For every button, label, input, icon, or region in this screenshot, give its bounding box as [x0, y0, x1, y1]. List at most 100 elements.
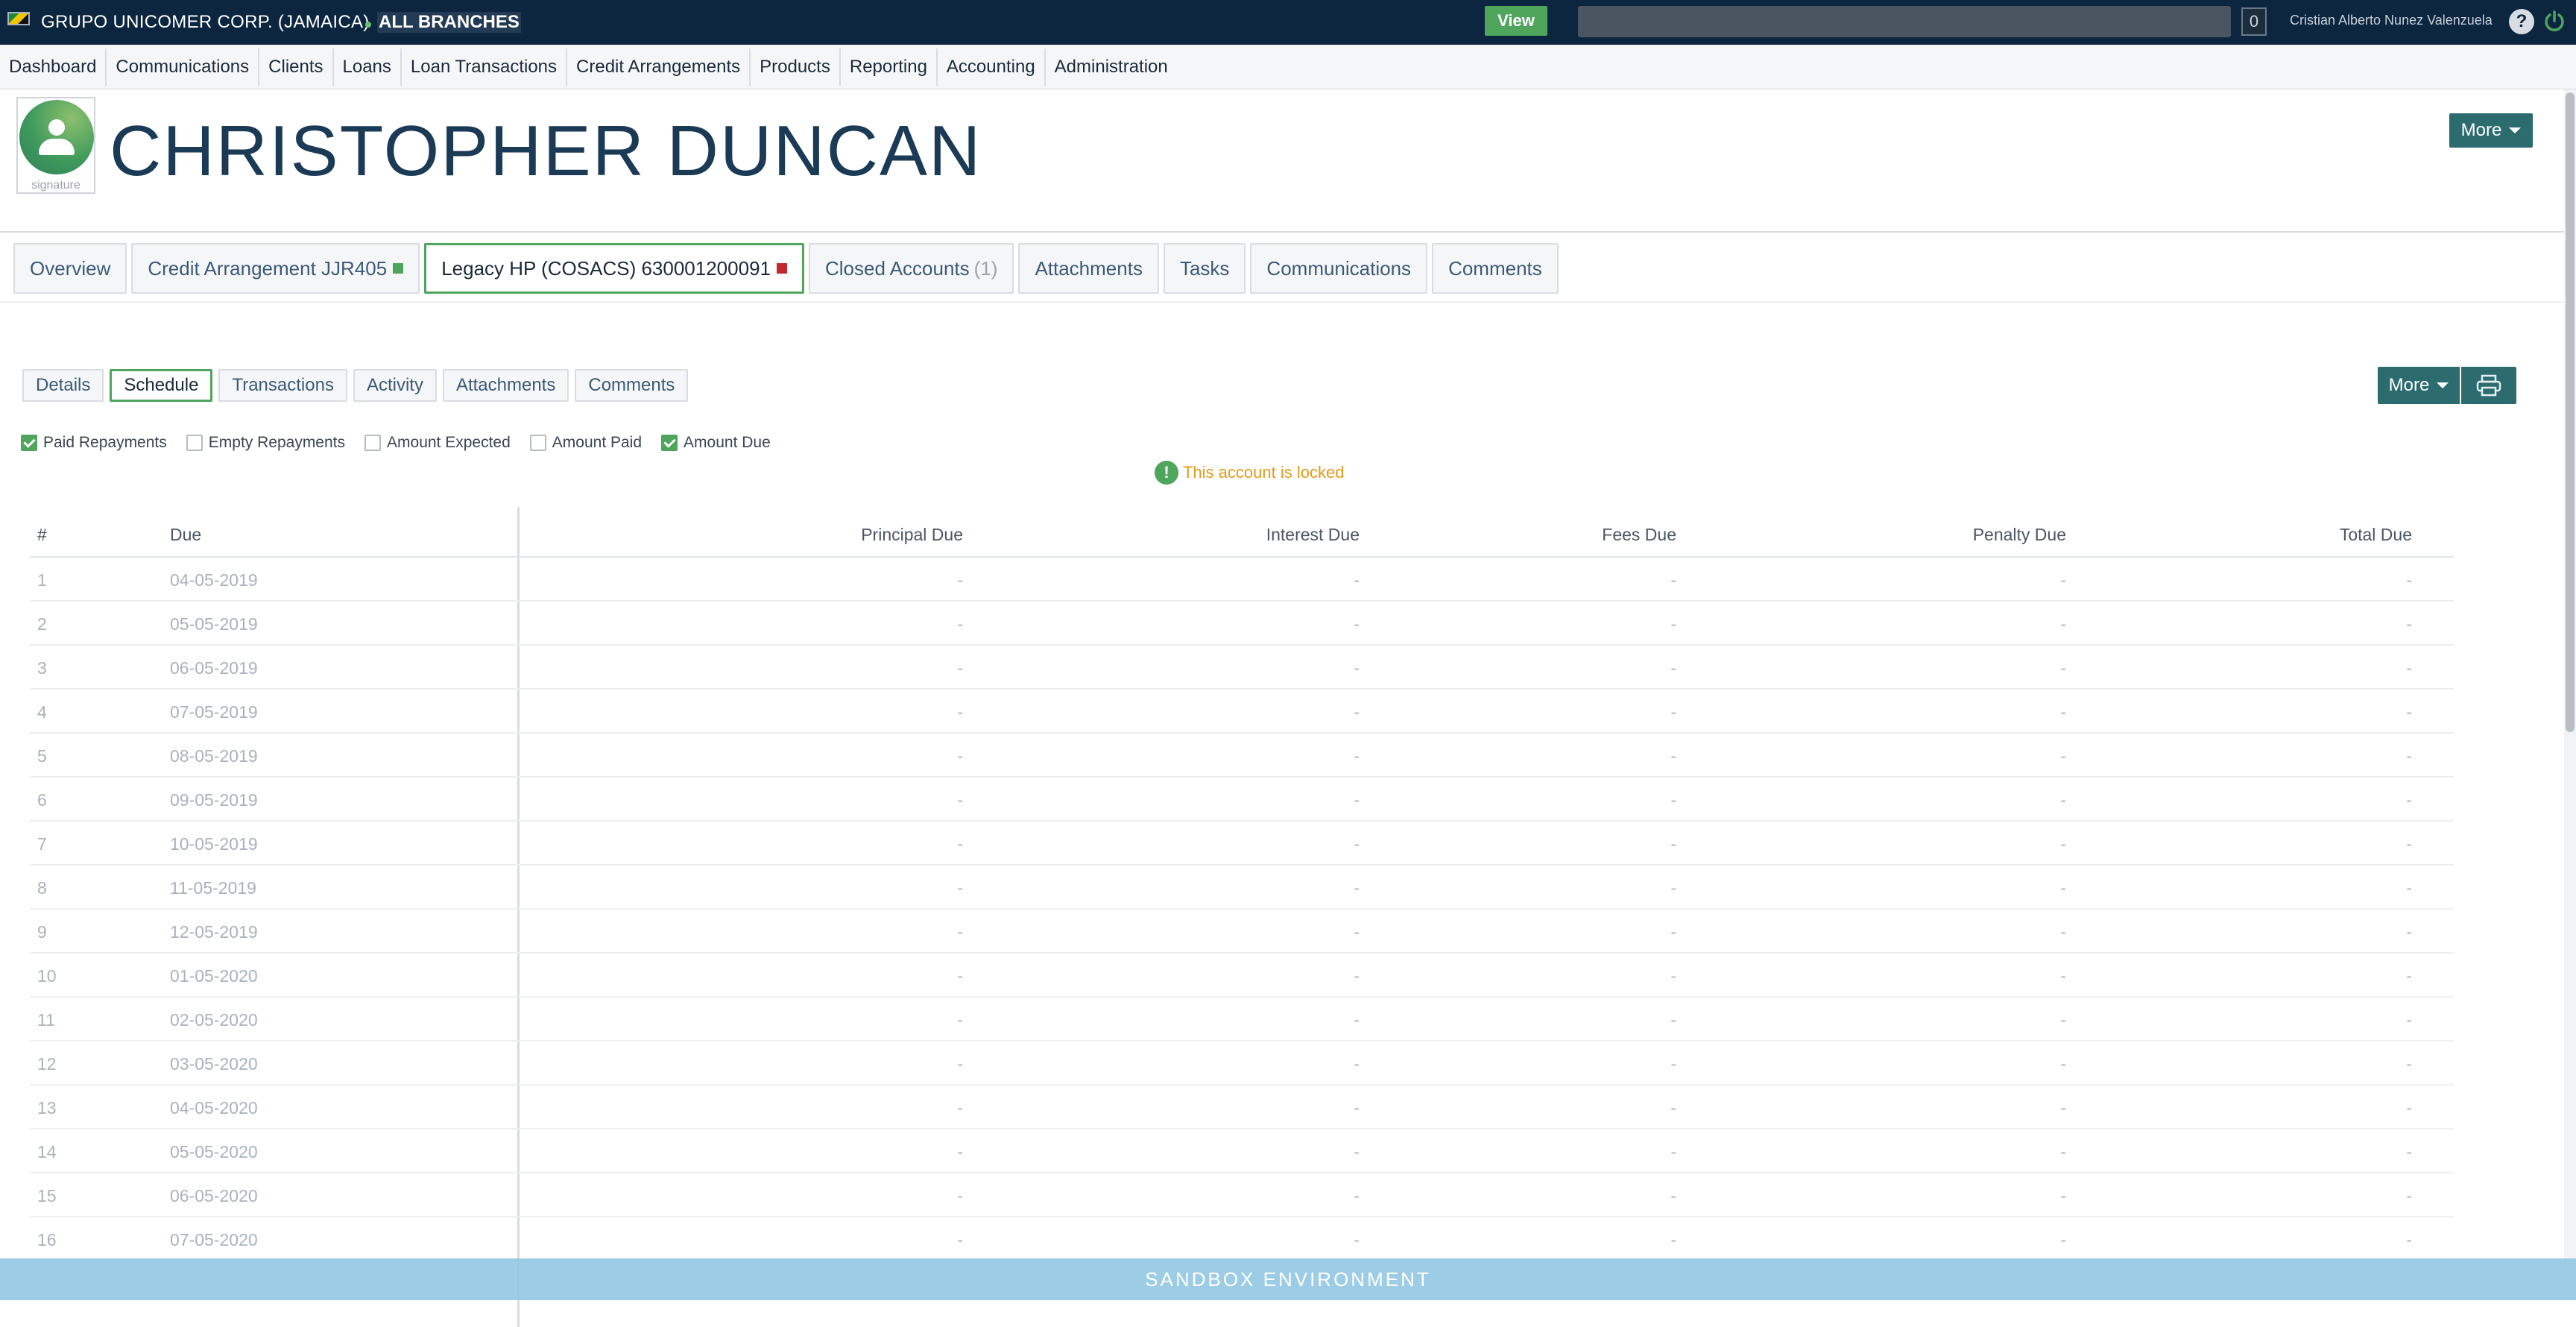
cell-total-due: - — [2406, 834, 2412, 854]
client-avatar[interactable]: signature — [16, 97, 95, 194]
cell-penalty-due: - — [2060, 1230, 2066, 1249]
table-row[interactable]: 7 10-05-2019 - - - - - — [30, 822, 2454, 866]
help-icon[interactable]: ? — [2509, 9, 2534, 34]
table-row[interactable]: 5 08-05-2019 - - - - - — [30, 734, 2454, 778]
user-name[interactable]: Cristian Alberto Nunez Valenzuela — [2290, 13, 2493, 28]
cell-principal-due: - — [957, 834, 963, 854]
table-row[interactable]: 2 05-05-2019 - - - - - — [30, 602, 2454, 646]
tab-communications[interactable]: Communications — [1250, 243, 1428, 294]
tab-overview[interactable]: Overview — [13, 243, 127, 294]
table-row[interactable]: 9 12-05-2019 - - - - - — [30, 910, 2454, 954]
nav-accounting[interactable]: Accounting — [938, 48, 1046, 86]
schedule-more-button[interactable]: More — [2378, 367, 2460, 404]
tab-label: Credit Arrangement JJR405 — [148, 256, 388, 280]
filter-amount-due[interactable]: Amount Due — [661, 434, 771, 452]
cell-due-date: 06-05-2020 — [170, 1186, 258, 1205]
cell-penalty-due: - — [2060, 570, 2066, 590]
table-body: 1 04-05-2019 - - - - - 2 05-05-2019 - - - - - 3 06-05-2… — [30, 558, 2454, 1261]
cell-penalty-due: - — [2060, 834, 2066, 854]
status-indicator-green — [393, 263, 404, 274]
header-more-button[interactable]: More — [2449, 113, 2533, 148]
checkbox-icon[interactable] — [364, 435, 382, 451]
power-icon[interactable] — [2542, 9, 2567, 34]
cell-total-due: - — [2406, 966, 2412, 986]
cell-penalty-due: - — [2060, 1054, 2066, 1074]
cell-number: 10 — [37, 966, 57, 986]
checkbox-icon[interactable] — [186, 435, 203, 451]
nav-communications[interactable]: Communications — [107, 48, 260, 86]
global-search-input[interactable] — [1578, 6, 2231, 37]
cell-penalty-due: - — [2060, 878, 2066, 898]
filter-empty-repayments[interactable]: Empty Repayments — [186, 434, 345, 452]
table-row[interactable]: 11 02-05-2020 - - - - - — [30, 997, 2454, 1041]
cell-principal-due: - — [957, 1230, 963, 1249]
tab-comments[interactable]: Comments — [1432, 243, 1559, 294]
tab-closed-accounts[interactable]: Closed Accounts (1) — [808, 243, 1014, 294]
column-header-principal[interactable]: Principal Due — [861, 525, 963, 545]
subtab-comments[interactable]: Comments — [575, 369, 689, 402]
nav-clients[interactable]: Clients — [259, 48, 334, 86]
branch-status-dot — [365, 22, 371, 28]
print-button[interactable] — [2461, 367, 2516, 404]
table-row[interactable]: 8 11-05-2019 - - - - - — [30, 866, 2454, 910]
branch-selector[interactable]: ALL BRANCHES — [377, 12, 521, 33]
column-header-total[interactable]: Total Due — [2340, 525, 2412, 545]
nav-products[interactable]: Products — [751, 48, 841, 86]
filter-amount-paid[interactable]: Amount Paid — [529, 434, 642, 452]
schedule-table: # Due Principal Due Interest Due Fees Du… — [30, 507, 2454, 1327]
filter-paid-repayments[interactable]: Paid Repayments — [21, 434, 167, 452]
cell-penalty-due: - — [2060, 966, 2066, 986]
cell-number: 3 — [37, 658, 47, 678]
table-row[interactable]: 13 04-05-2020 - - - - - — [30, 1085, 2454, 1129]
scrollbar-thumb[interactable] — [2566, 92, 2575, 732]
cell-principal-due: - — [957, 966, 963, 986]
nav-loans[interactable]: Loans — [334, 48, 402, 86]
column-header-penalty[interactable]: Penalty Due — [1973, 525, 2066, 545]
cell-number: 12 — [37, 1054, 57, 1074]
table-row[interactable]: 14 05-05-2020 - - - - - — [30, 1129, 2454, 1173]
subtab-details[interactable]: Details — [22, 369, 104, 402]
nav-reporting[interactable]: Reporting — [841, 48, 938, 86]
tab-label: Communications — [1266, 256, 1412, 280]
cell-fees-due: - — [1670, 1142, 1676, 1161]
column-header-number[interactable]: # — [37, 525, 47, 545]
table-row[interactable]: 12 03-05-2020 - - - - - — [30, 1041, 2454, 1085]
subtab-attachments[interactable]: Attachments — [442, 369, 569, 402]
checkbox-icon[interactable] — [529, 435, 546, 451]
column-header-fees[interactable]: Fees Due — [1602, 525, 1676, 545]
filter-label: Empty Repayments — [208, 434, 346, 451]
cell-number: 8 — [37, 878, 47, 898]
column-header-due[interactable]: Due — [170, 525, 201, 545]
nav-dashboard[interactable]: Dashboard — [0, 48, 107, 86]
tab-legacy-hp[interactable]: Legacy HP (COSACS) 630001200091 — [424, 243, 804, 294]
table-row[interactable]: 16 07-05-2020 - - - - - — [30, 1217, 2454, 1261]
view-button[interactable]: View — [1485, 6, 1547, 36]
tab-attachments[interactable]: Attachments — [1018, 243, 1159, 294]
subtab-schedule[interactable]: Schedule — [110, 369, 213, 402]
nav-administration[interactable]: Administration — [1046, 48, 1177, 86]
table-row[interactable]: 10 01-05-2020 - - - - - — [30, 954, 2454, 997]
table-row[interactable]: 6 09-05-2019 - - - - - — [30, 778, 2454, 822]
table-row[interactable]: 4 07-05-2019 - - - - - — [30, 690, 2454, 734]
cell-due-date: 08-05-2019 — [170, 746, 258, 766]
table-row[interactable]: 3 06-05-2019 - - - - - — [30, 646, 2454, 690]
cell-interest-due: - — [1354, 1186, 1360, 1205]
tab-tasks[interactable]: Tasks — [1163, 243, 1246, 294]
table-row[interactable]: 1 04-05-2019 - - - - - — [30, 558, 2454, 602]
tab-credit-arrangement[interactable]: Credit Arrangement JJR405 — [131, 243, 420, 294]
table-row[interactable]: 15 06-05-2020 - - - - - — [30, 1173, 2454, 1217]
cell-fees-due: - — [1670, 1054, 1676, 1074]
cell-penalty-due: - — [2060, 658, 2066, 678]
nav-loan-transactions[interactable]: Loan Transactions — [402, 48, 568, 86]
cell-fees-due: - — [1670, 1186, 1676, 1205]
checkbox-icon[interactable] — [21, 435, 37, 451]
cell-fees-due: - — [1670, 614, 1676, 634]
nav-credit-arrangements[interactable]: Credit Arrangements — [567, 48, 751, 86]
locked-notice-text: This account is locked — [1183, 463, 1345, 482]
column-header-interest[interactable]: Interest Due — [1266, 525, 1360, 545]
subtab-activity[interactable]: Activity — [353, 369, 437, 402]
notification-counter[interactable]: 0 — [2241, 7, 2267, 36]
filter-amount-expected[interactable]: Amount Expected — [364, 434, 511, 452]
checkbox-icon[interactable] — [661, 435, 678, 451]
subtab-transactions[interactable]: Transactions — [218, 369, 347, 402]
